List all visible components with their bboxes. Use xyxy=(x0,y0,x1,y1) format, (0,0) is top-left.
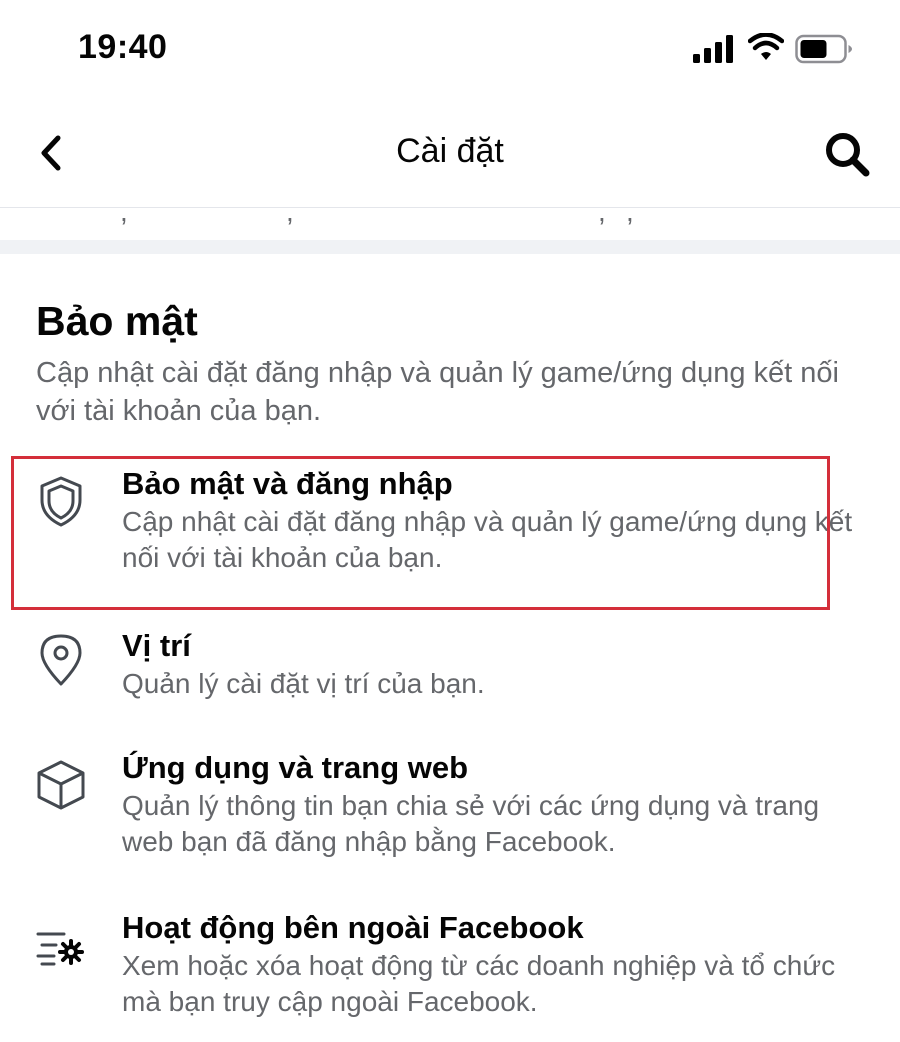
wifi-icon xyxy=(748,33,784,60)
item-title: Hoạt động bên ngoài Facebook xyxy=(122,910,584,945)
status-time: 19:40 xyxy=(78,28,168,66)
battery-icon xyxy=(795,34,852,64)
item-title: Bảo mật và đăng nhập xyxy=(122,466,453,501)
item-description: Quản lý thông tin bạn chia sẻ với các ứn… xyxy=(122,790,820,857)
settings-item-location[interactable]: Vị trí Quản lý cài đặt vị trí của bạn. xyxy=(0,628,900,718)
item-description: Xem hoặc xóa hoạt động từ các doanh nghi… xyxy=(122,950,836,1017)
section-description: Cập nhật cài đặt đăng nhập và quản lý ga… xyxy=(36,357,839,427)
clipped-previous-row: , , , , xyxy=(120,208,634,227)
page-title: Cài đặt xyxy=(396,132,504,170)
section-divider xyxy=(0,240,900,254)
search-button[interactable] xyxy=(823,130,873,180)
settings-item-apps-websites[interactable]: Ứng dụng và trang web Quản lý thông tin … xyxy=(0,750,900,880)
search-icon xyxy=(826,133,870,177)
item-title: Vị trí xyxy=(122,628,191,663)
item-description: Cập nhật cài đặt đăng nhập và quản lý ga… xyxy=(122,506,853,573)
location-pin-icon xyxy=(40,634,82,686)
signal-icon xyxy=(693,35,733,63)
activity-settings-icon xyxy=(36,932,84,966)
settings-item-security-login[interactable]: Bảo mật và đăng nhập Cập nhật cài đặt đă… xyxy=(0,466,900,606)
nav-bar: Cài đặt xyxy=(0,100,900,208)
section-title: Bảo mật xyxy=(36,298,198,344)
item-title: Ứng dụng và trang web xyxy=(122,750,469,785)
cube-icon xyxy=(37,760,85,810)
shield-icon xyxy=(40,476,82,527)
item-description: Quản lý cài đặt vị trí của bạn. xyxy=(122,668,485,699)
settings-item-off-facebook-activity[interactable]: Hoạt động bên ngoài Facebook Xem hoặc xó… xyxy=(0,910,900,1040)
status-bar: 19:40 xyxy=(0,0,900,100)
